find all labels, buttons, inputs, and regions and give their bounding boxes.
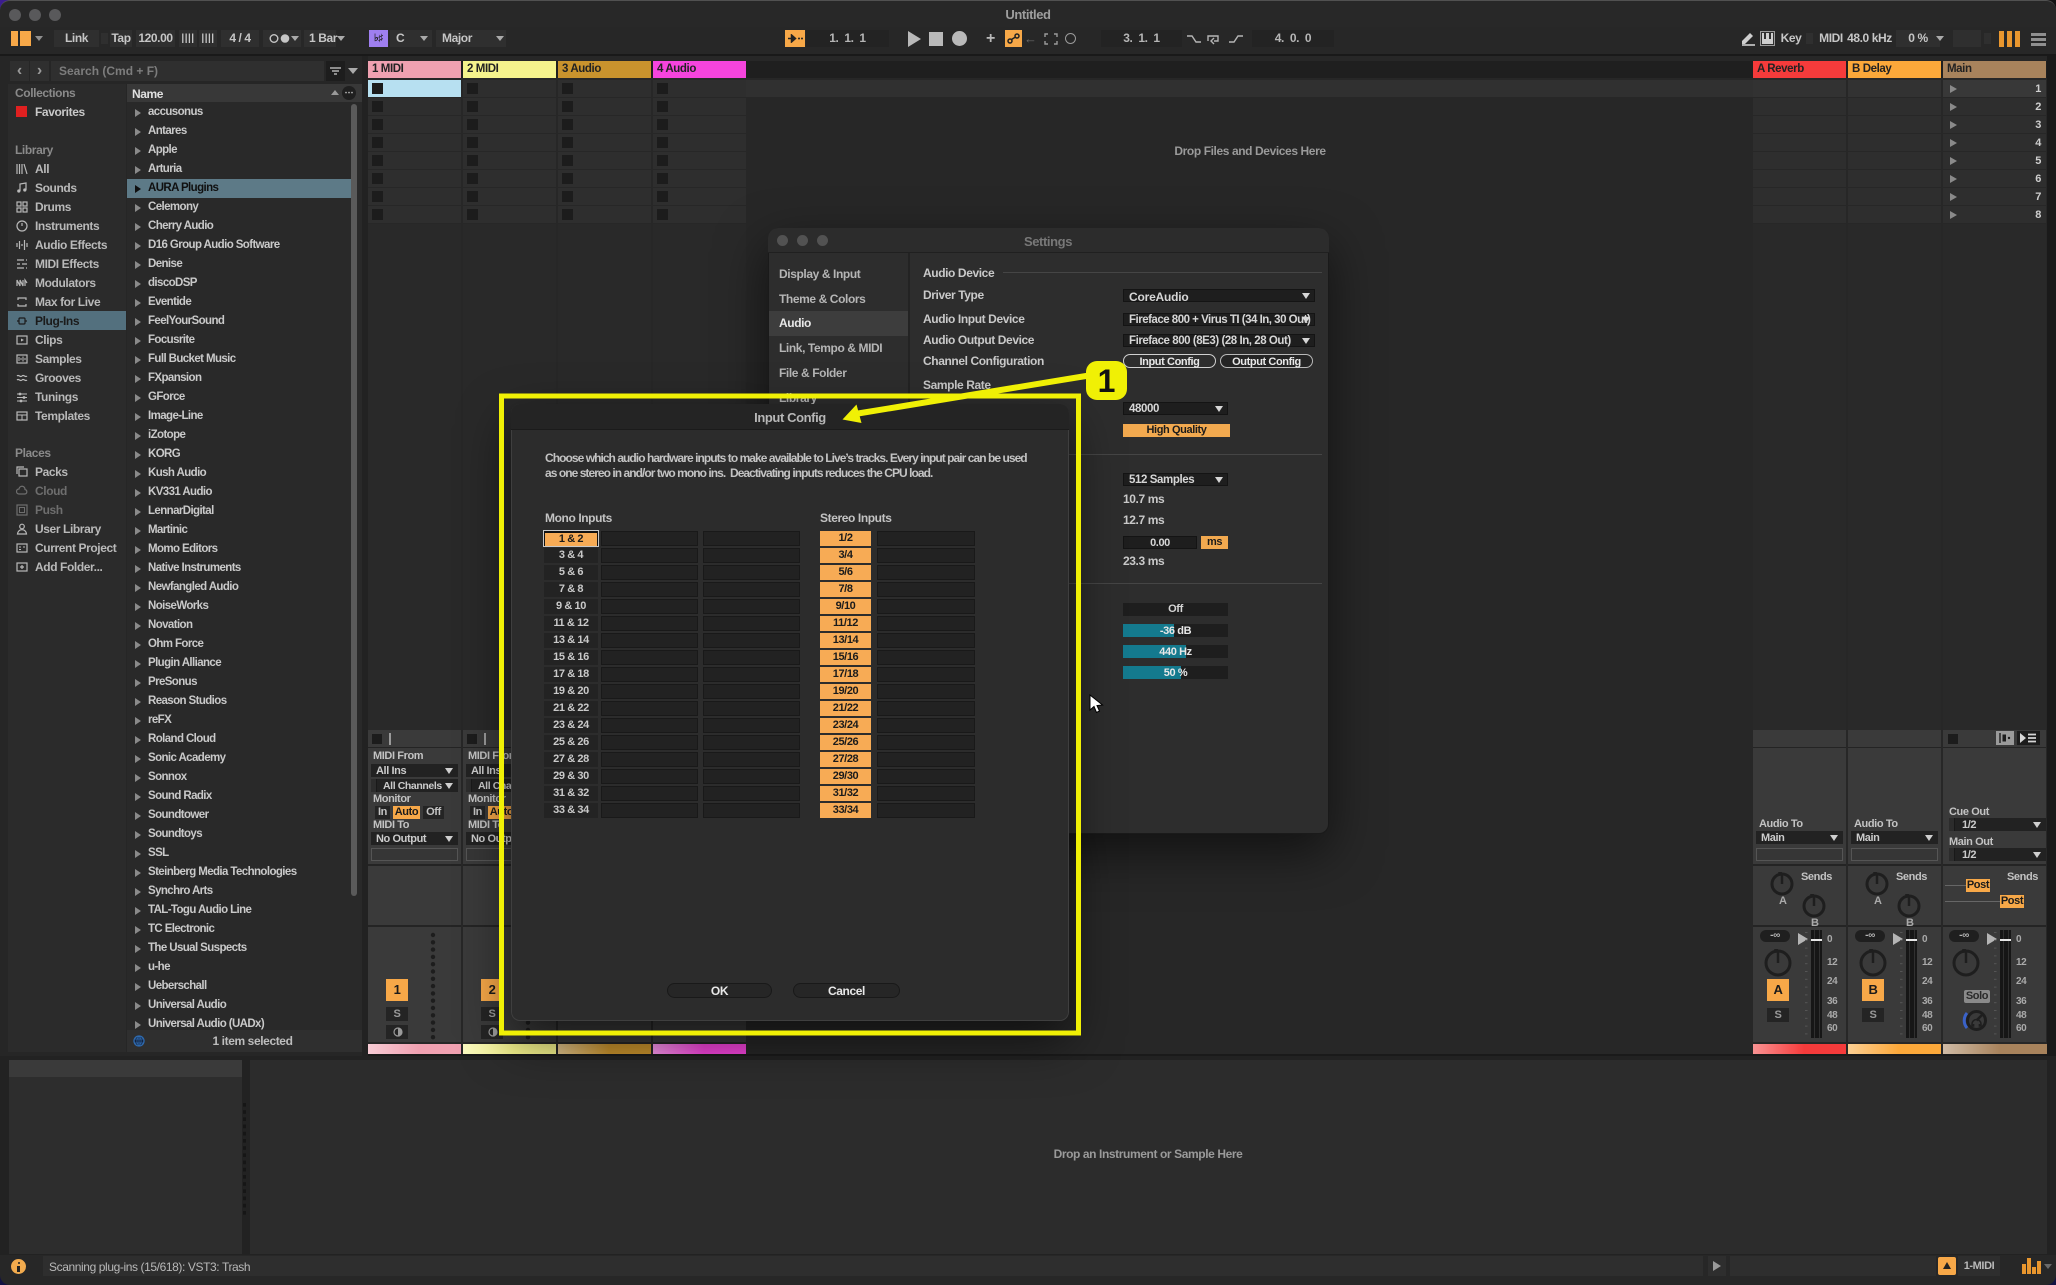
svg-text:1: 1 <box>1098 363 1116 399</box>
